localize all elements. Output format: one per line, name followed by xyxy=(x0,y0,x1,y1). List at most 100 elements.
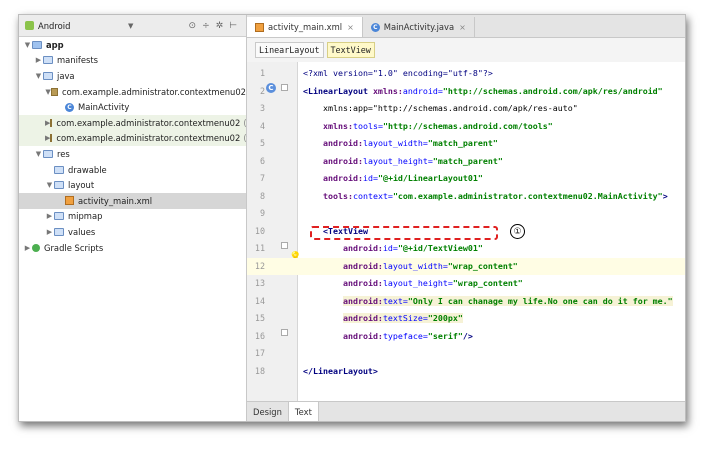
tree-item[interactable]: C MainActivity xyxy=(19,99,246,115)
editor-tabs: activity_main.xml × C MainActivity.java × xyxy=(247,15,685,38)
bottom-tab-text[interactable]: Text xyxy=(288,402,319,421)
code-text: xmlns:tools="http://schemas.android.com/… xyxy=(303,118,553,136)
settings-icon[interactable]: ✲ xyxy=(216,21,224,31)
collapse-icon[interactable]: ÷ xyxy=(202,21,210,31)
module-icon xyxy=(32,40,42,49)
project-toolbar: Android ▼ ⊙ ÷ ✲ ⊢ xyxy=(19,15,246,37)
collapse-arrow-icon[interactable]: ▶ xyxy=(23,244,32,252)
code-line[interactable]: 9 xyxy=(247,205,685,223)
code-token: <LinearLayout xyxy=(303,85,373,96)
code-token: /> xyxy=(462,330,473,341)
editor-tab[interactable]: activity_main.xml × xyxy=(247,17,363,37)
code-line[interactable]: 11 android:id="@+id/TextView01" xyxy=(247,240,685,258)
close-icon[interactable]: × xyxy=(347,23,354,32)
code-line[interactable]: 1 <?xml version="1.0" encoding="utf-8"?> xyxy=(247,65,685,83)
tree-item[interactable]: ▶ values xyxy=(19,224,246,240)
code-line[interactable]: 3 xmlns:app="http://schemas.android.com/… xyxy=(247,100,685,118)
breadcrumb-item[interactable]: TextView xyxy=(326,42,375,58)
code-line[interactable]: 2 <LinearLayout xmlns:android="http://sch… xyxy=(247,83,685,101)
xml-file-icon xyxy=(255,22,264,32)
code-line[interactable]: 14 android:text="Only I can chanage my l… xyxy=(247,293,685,311)
bottom-tabs: Design Text xyxy=(247,401,685,421)
chevron-down-icon[interactable]: ▼ xyxy=(128,22,133,30)
bottom-tab-design[interactable]: Design xyxy=(247,402,289,421)
code-token: "match_parent" xyxy=(427,138,498,148)
code-token: xmlns: xyxy=(322,120,353,131)
code-line[interactable]: 17 xyxy=(247,345,685,363)
code-line[interactable]: 8 tools:context="com.example.administrat… xyxy=(247,188,685,206)
code-token: "200px" xyxy=(427,313,463,323)
editor-tab[interactable]: C MainActivity.java × xyxy=(363,17,475,37)
code-token: android: xyxy=(322,155,363,166)
expand-arrow-icon[interactable]: ▼ xyxy=(34,150,43,158)
tree-item[interactable]: ▶ Gradle Scripts xyxy=(19,240,246,256)
tree-item[interactable]: ▶ manifests xyxy=(19,53,246,69)
tree-item-label: com.example.administrator.contextmenu02 xyxy=(62,86,246,97)
code-text: android:layout_height="match_parent" xyxy=(303,153,503,171)
code-text: android:layout_height="wrap_content" xyxy=(303,275,523,293)
code-line[interactable]: 7 android:id="@+id/LinearLayout01" xyxy=(247,170,685,188)
tree-item[interactable]: ▼ res xyxy=(19,146,246,162)
code-token: android: xyxy=(342,330,383,341)
code-line[interactable]: 10 <TextView xyxy=(247,223,685,241)
code-line[interactable]: 12 android:layout_width="wrap_content" xyxy=(247,257,685,275)
tree-item-label: res xyxy=(57,148,70,159)
code-line[interactable]: 4 xmlns:tools="http://schemas.android.co… xyxy=(247,118,685,136)
expand-arrow-icon[interactable]: ▼ xyxy=(23,41,32,49)
code-token: <TextView xyxy=(322,225,368,236)
tree-item[interactable]: ▼ com.example.administrator.contextmenu02 xyxy=(19,84,246,100)
collapse-arrow-icon[interactable]: ▶ xyxy=(34,56,43,64)
line-number: 13 xyxy=(254,278,265,288)
breadcrumb-item[interactable]: LinearLayout xyxy=(255,42,324,58)
code-token: layout_height= xyxy=(382,278,453,288)
code-line[interactable]: 13 android:layout_height="wrap_content" xyxy=(247,275,685,293)
tree-item[interactable]: ▼ app xyxy=(19,37,246,53)
gradle-icon xyxy=(32,243,40,252)
package-icon xyxy=(51,87,59,96)
close-icon[interactable]: × xyxy=(459,23,466,32)
package-icon xyxy=(50,118,53,127)
code-token: > xyxy=(662,190,668,201)
code-line[interactable]: 18 </LinearLayout> xyxy=(247,363,685,381)
hide-icon[interactable]: ⊢ xyxy=(229,21,237,31)
folder-icon xyxy=(54,181,64,190)
line-number: 15 xyxy=(254,313,265,323)
tree-item[interactable]: activity_main.xml xyxy=(19,192,246,209)
code-text: android:layout_width="match_parent" xyxy=(303,135,498,153)
tree-item-label: app xyxy=(46,39,64,50)
code-line[interactable]: 6 android:layout_height="match_parent" xyxy=(247,153,685,171)
code-token: android: xyxy=(342,278,383,288)
tree-item[interactable]: ▶ mipmap xyxy=(19,209,246,225)
code-token: tools: xyxy=(322,190,353,201)
tree-item-label: Gradle Scripts xyxy=(44,242,104,253)
expand-arrow-icon[interactable]: ▼ xyxy=(45,181,54,189)
tree-item[interactable]: ▼ layout xyxy=(19,177,246,193)
line-number: 14 xyxy=(254,295,265,306)
package-icon xyxy=(50,134,53,143)
code-token: layout_height= xyxy=(362,155,433,166)
line-number: 11 xyxy=(254,243,265,253)
code-line[interactable]: 5 android:layout_width="match_parent" xyxy=(247,135,685,153)
code-line[interactable]: 15 android:textSize="200px" xyxy=(247,310,685,328)
collapse-arrow-icon[interactable]: ▶ xyxy=(45,228,54,236)
tree-item[interactable]: ▼ java xyxy=(19,68,246,84)
tree-item[interactable]: ▶ com.example.administrator.contextmenu02… xyxy=(19,130,266,147)
line-number: 18 xyxy=(254,365,265,376)
code-editor[interactable]: C 💡 1<?xml version="1.0" encoding="utf-8… xyxy=(247,62,685,408)
collapse-arrow-icon[interactable]: ▶ xyxy=(45,212,54,220)
project-view-select[interactable]: Android xyxy=(38,21,128,31)
tree-item[interactable]: drawable xyxy=(19,162,246,178)
code-line[interactable]: 16 android:typeface="serif"/> xyxy=(247,328,685,346)
code-token: text= xyxy=(382,295,408,306)
breadcrumb: LinearLayout TextView xyxy=(247,38,685,63)
expand-arrow-icon[interactable]: ▼ xyxy=(34,72,43,80)
code-token: android= xyxy=(402,85,443,96)
tree-item[interactable]: ▶ com.example.administrator.contextmenu02… xyxy=(19,114,298,131)
android-icon xyxy=(25,21,34,30)
folder-icon xyxy=(54,165,64,174)
code-token: android: xyxy=(342,260,383,271)
sync-icon[interactable]: ⊙ xyxy=(189,21,197,31)
